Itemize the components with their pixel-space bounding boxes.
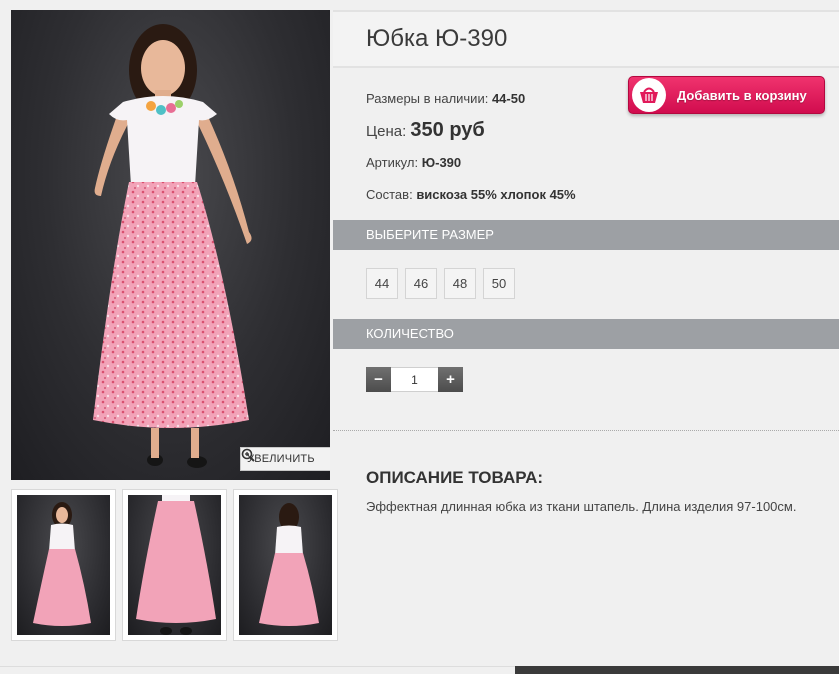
add-to-cart-button[interactable]: Добавить в корзину xyxy=(628,76,825,114)
thumbnail-front[interactable] xyxy=(11,489,116,641)
thumbnail-back[interactable] xyxy=(233,489,338,641)
quantity-decrease-button[interactable]: − xyxy=(366,367,391,392)
product-details: Юбка Ю-390 Размеры в наличии: 44-50 Цена… xyxy=(333,10,839,674)
quantity-input[interactable] xyxy=(391,367,438,392)
size-option-46[interactable]: 46 xyxy=(405,268,437,299)
article-label: Артикул: xyxy=(366,155,419,170)
description-text: Эффектная длинная юбка из ткани штапель.… xyxy=(366,499,797,514)
footer-bar xyxy=(515,666,839,674)
thumbnail-skirt-image xyxy=(136,495,216,635)
description-title: ОПИСАНИЕ ТОВАРА: xyxy=(366,468,544,487)
composition-value: вискоза 55% хлопок 45% xyxy=(416,187,576,202)
magnifier-plus-icon xyxy=(241,448,255,462)
price-label: Цена: xyxy=(366,123,407,140)
size-option-50[interactable]: 50 xyxy=(483,268,515,299)
add-to-cart-label: Добавить в корзину xyxy=(677,87,807,103)
page-title: Юбка Ю-390 xyxy=(366,25,508,52)
composition: Состав: вискоза 55% хлопок 45% xyxy=(366,185,839,205)
product-info: Размеры в наличии: 44-50 Цена: 350 руб А… xyxy=(333,76,839,205)
quantity-section-header: КОЛИЧЕСТВО xyxy=(333,319,839,349)
size-section-header: ВЫБЕРИТЕ РАЗМЕР xyxy=(333,220,839,250)
main-product-photo[interactable]: УВЕЛИЧИТЬ xyxy=(11,10,330,480)
thumbnail-back-image xyxy=(259,503,319,626)
quantity-stepper: − + xyxy=(366,367,839,392)
composition-label: Состав: xyxy=(366,187,413,202)
section-divider xyxy=(333,430,839,431)
price-value: 350 руб xyxy=(410,119,485,141)
basket-icon xyxy=(632,78,666,112)
size-options: 44 46 48 50 xyxy=(333,268,839,300)
thumbnail-strip xyxy=(11,489,338,641)
zoom-label: УВЕЛИЧИТЬ xyxy=(247,453,315,465)
bottom-border xyxy=(0,666,515,667)
price: Цена: 350 руб xyxy=(366,115,839,145)
size-option-48[interactable]: 48 xyxy=(444,268,476,299)
thumbnail-skirt-closeup[interactable] xyxy=(122,489,227,641)
quantity-increase-button[interactable]: + xyxy=(438,367,463,392)
article-value: Ю-390 xyxy=(421,155,462,170)
article: Артикул: Ю-390 xyxy=(366,153,839,173)
available-sizes-label: Размеры в наличии: xyxy=(366,91,489,106)
model-illustration xyxy=(93,24,252,468)
title-bar: Юбка Ю-390 xyxy=(333,10,839,68)
zoom-button[interactable]: УВЕЛИЧИТЬ xyxy=(240,447,330,471)
thumbnail-front-image xyxy=(33,502,91,626)
size-option-44[interactable]: 44 xyxy=(366,268,398,299)
available-sizes-value: 44-50 xyxy=(491,91,526,106)
